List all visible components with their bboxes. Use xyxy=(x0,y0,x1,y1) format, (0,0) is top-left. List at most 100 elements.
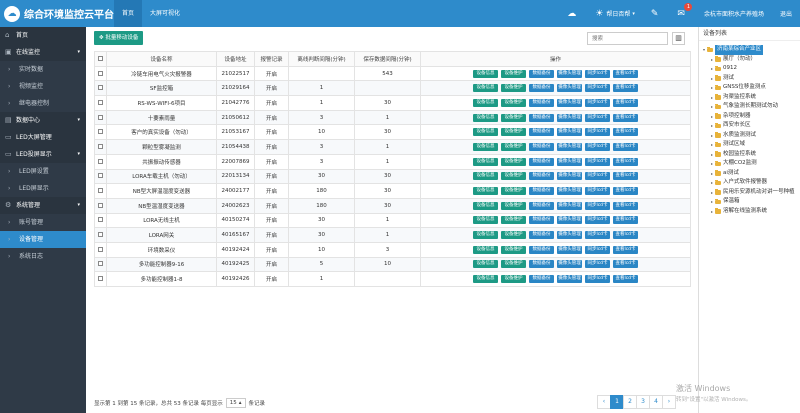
sidebar-item-7[interactable]: ▭ LED投屏显示 ▾ xyxy=(0,146,86,163)
device-maintenance-button[interactable]: 设备维护 xyxy=(501,187,526,196)
device-maintenance-button[interactable]: 设备维护 xyxy=(501,245,526,254)
column-toggle-button[interactable]: ▥ xyxy=(672,32,685,45)
view-lcd-button[interactable]: 查看lcd卡 xyxy=(613,157,638,166)
camera-manage-button[interactable]: 摄像头管理 xyxy=(557,216,582,225)
view-lcd-button[interactable]: 查看lcd卡 xyxy=(613,245,638,254)
device-info-button[interactable]: 设备信息 xyxy=(473,113,498,122)
device-maintenance-button[interactable]: 设备维护 xyxy=(501,98,526,107)
sync-lcd-button[interactable]: 同步lcd卡 xyxy=(585,128,610,137)
device-info-button[interactable]: 设备信息 xyxy=(473,260,498,269)
data-backup-button[interactable]: 数据备份 xyxy=(529,84,554,93)
device-maintenance-button[interactable]: 设备维护 xyxy=(501,201,526,210)
row-select-cell[interactable] xyxy=(94,183,107,199)
camera-manage-button[interactable]: 摄像头管理 xyxy=(557,260,582,269)
cloud-sync-button[interactable]: ☁ xyxy=(567,9,579,19)
app-logo[interactable]: ☁ 综合环境监控云平台 xyxy=(0,5,114,22)
tree-node[interactable]: ▸ ai测试 xyxy=(699,169,800,179)
camera-manage-button[interactable]: 摄像头管理 xyxy=(557,98,582,107)
view-lcd-button[interactable]: 查看lcd卡 xyxy=(613,216,638,225)
row-select-cell[interactable] xyxy=(94,65,107,82)
tree-node[interactable]: ▸ 溶解在线监测系统 xyxy=(699,207,800,217)
sidebar-item-2[interactable]: › 实时数据 xyxy=(0,61,86,78)
camera-manage-button[interactable]: 摄像头管理 xyxy=(557,84,582,93)
device-info-button[interactable]: 设备信息 xyxy=(473,216,498,225)
row-checkbox[interactable] xyxy=(98,246,103,252)
view-lcd-button[interactable]: 查看lcd卡 xyxy=(613,98,638,107)
row-checkbox[interactable] xyxy=(98,129,103,135)
sidebar-item-11[interactable]: › 账号管理 xyxy=(0,214,86,231)
tree-node[interactable]: ▸ 杂项控制器 xyxy=(699,112,800,122)
sync-lcd-button[interactable]: 同步lcd卡 xyxy=(585,172,610,181)
row-checkbox[interactable] xyxy=(98,261,103,267)
view-lcd-button[interactable]: 查看lcd卡 xyxy=(613,231,638,240)
row-checkbox[interactable] xyxy=(98,114,103,120)
device-info-button[interactable]: 设备信息 xyxy=(473,157,498,166)
data-backup-button[interactable]: 数据备份 xyxy=(529,128,554,137)
org-selector[interactable]: 余杭市面积水产养殖场 xyxy=(704,9,764,18)
device-maintenance-button[interactable]: 设备维护 xyxy=(501,216,526,225)
data-backup-button[interactable]: 数据备份 xyxy=(529,216,554,225)
row-select-cell[interactable] xyxy=(94,227,107,243)
row-select-cell[interactable] xyxy=(94,212,107,229)
device-info-button[interactable]: 设备信息 xyxy=(473,275,498,284)
view-lcd-button[interactable]: 查看lcd卡 xyxy=(613,260,638,269)
sidebar-item-13[interactable]: › 系统日志 xyxy=(0,248,86,265)
device-maintenance-button[interactable]: 设备维护 xyxy=(501,128,526,137)
search-input[interactable] xyxy=(587,32,668,45)
sync-lcd-button[interactable]: 同步lcd卡 xyxy=(585,216,610,225)
notifications-button[interactable]: ✉ 1 xyxy=(677,2,693,19)
tree-node[interactable]: ▸ 测试区域 xyxy=(699,140,800,150)
row-select-cell[interactable] xyxy=(94,80,107,97)
row-checkbox[interactable] xyxy=(98,99,103,105)
sync-lcd-button[interactable]: 同步lcd卡 xyxy=(585,275,610,284)
camera-manage-button[interactable]: 摄像头管理 xyxy=(557,157,582,166)
device-info-button[interactable]: 设备信息 xyxy=(473,98,498,107)
data-backup-button[interactable]: 数据备份 xyxy=(529,260,554,269)
device-maintenance-button[interactable]: 设备维护 xyxy=(501,142,526,151)
col-header-offline-interval[interactable]: 离线判断间隔(分钟) xyxy=(288,51,355,67)
sidebar-item-10[interactable]: ⚙ 系统管理 ▾ xyxy=(0,197,86,214)
view-lcd-button[interactable]: 查看lcd卡 xyxy=(613,201,638,210)
tree-node[interactable]: ▸ 0912 xyxy=(699,64,800,74)
sync-lcd-button[interactable]: 同步lcd卡 xyxy=(585,260,610,269)
sidebar-item-6[interactable]: ▭ LED大屏管理 xyxy=(0,129,86,146)
row-select-cell[interactable] xyxy=(94,271,107,287)
page-size-select[interactable]: 15 ▴ xyxy=(225,398,246,408)
camera-manage-button[interactable]: 摄像头管理 xyxy=(557,69,582,78)
data-backup-button[interactable]: 数据备份 xyxy=(529,187,554,196)
view-lcd-button[interactable]: 查看lcd卡 xyxy=(613,69,638,78)
row-select-cell[interactable] xyxy=(94,256,107,273)
camera-manage-button[interactable]: 摄像头管理 xyxy=(557,275,582,284)
col-header-name[interactable]: 设备名称 xyxy=(106,51,217,67)
device-info-button[interactable]: 设备信息 xyxy=(473,245,498,254)
page-button[interactable]: 2 xyxy=(623,395,637,409)
row-select-cell[interactable] xyxy=(94,124,107,141)
device-info-button[interactable]: 设备信息 xyxy=(473,69,498,78)
row-select-cell[interactable] xyxy=(94,95,107,111)
batch-move-button[interactable]: ✥ 批量移动设备 xyxy=(94,31,144,45)
sidebar-item-3[interactable]: › 视频监控 xyxy=(0,78,86,95)
sidebar-item-4[interactable]: › 继电器控制 xyxy=(0,95,86,112)
camera-manage-button[interactable]: 摄像头管理 xyxy=(557,172,582,181)
tree-node[interactable]: ▸ GNSS位移监测点 xyxy=(699,83,800,93)
sync-lcd-button[interactable]: 同步lcd卡 xyxy=(585,187,610,196)
sync-lcd-button[interactable]: 同步lcd卡 xyxy=(585,113,610,122)
row-select-cell[interactable] xyxy=(94,197,107,214)
device-maintenance-button[interactable]: 设备维护 xyxy=(501,157,526,166)
device-info-button[interactable]: 设备信息 xyxy=(473,128,498,137)
sidebar-item-1[interactable]: ▣ 在线监控 ▾ xyxy=(0,44,86,61)
sidebar-item-0[interactable]: ⌂ 首页 xyxy=(0,27,86,44)
sidebar-item-5[interactable]: ▤ 数据中心 ▾ xyxy=(0,112,86,129)
camera-manage-button[interactable]: 摄像头管理 xyxy=(557,128,582,137)
row-checkbox[interactable] xyxy=(98,232,103,238)
camera-manage-button[interactable]: 摄像头管理 xyxy=(557,201,582,210)
tree-node[interactable]: ▸ 气象监测长期测试勿动 xyxy=(699,102,800,112)
data-backup-button[interactable]: 数据备份 xyxy=(529,231,554,240)
row-checkbox[interactable] xyxy=(98,217,103,223)
device-maintenance-button[interactable]: 设备维护 xyxy=(501,231,526,240)
row-select-cell[interactable] xyxy=(94,241,107,258)
sync-lcd-button[interactable]: 同步lcd卡 xyxy=(585,157,610,166)
tools-button[interactable]: ✎ xyxy=(651,9,662,19)
sync-lcd-button[interactable]: 同步lcd卡 xyxy=(585,245,610,254)
view-lcd-button[interactable]: 查看lcd卡 xyxy=(613,128,638,137)
